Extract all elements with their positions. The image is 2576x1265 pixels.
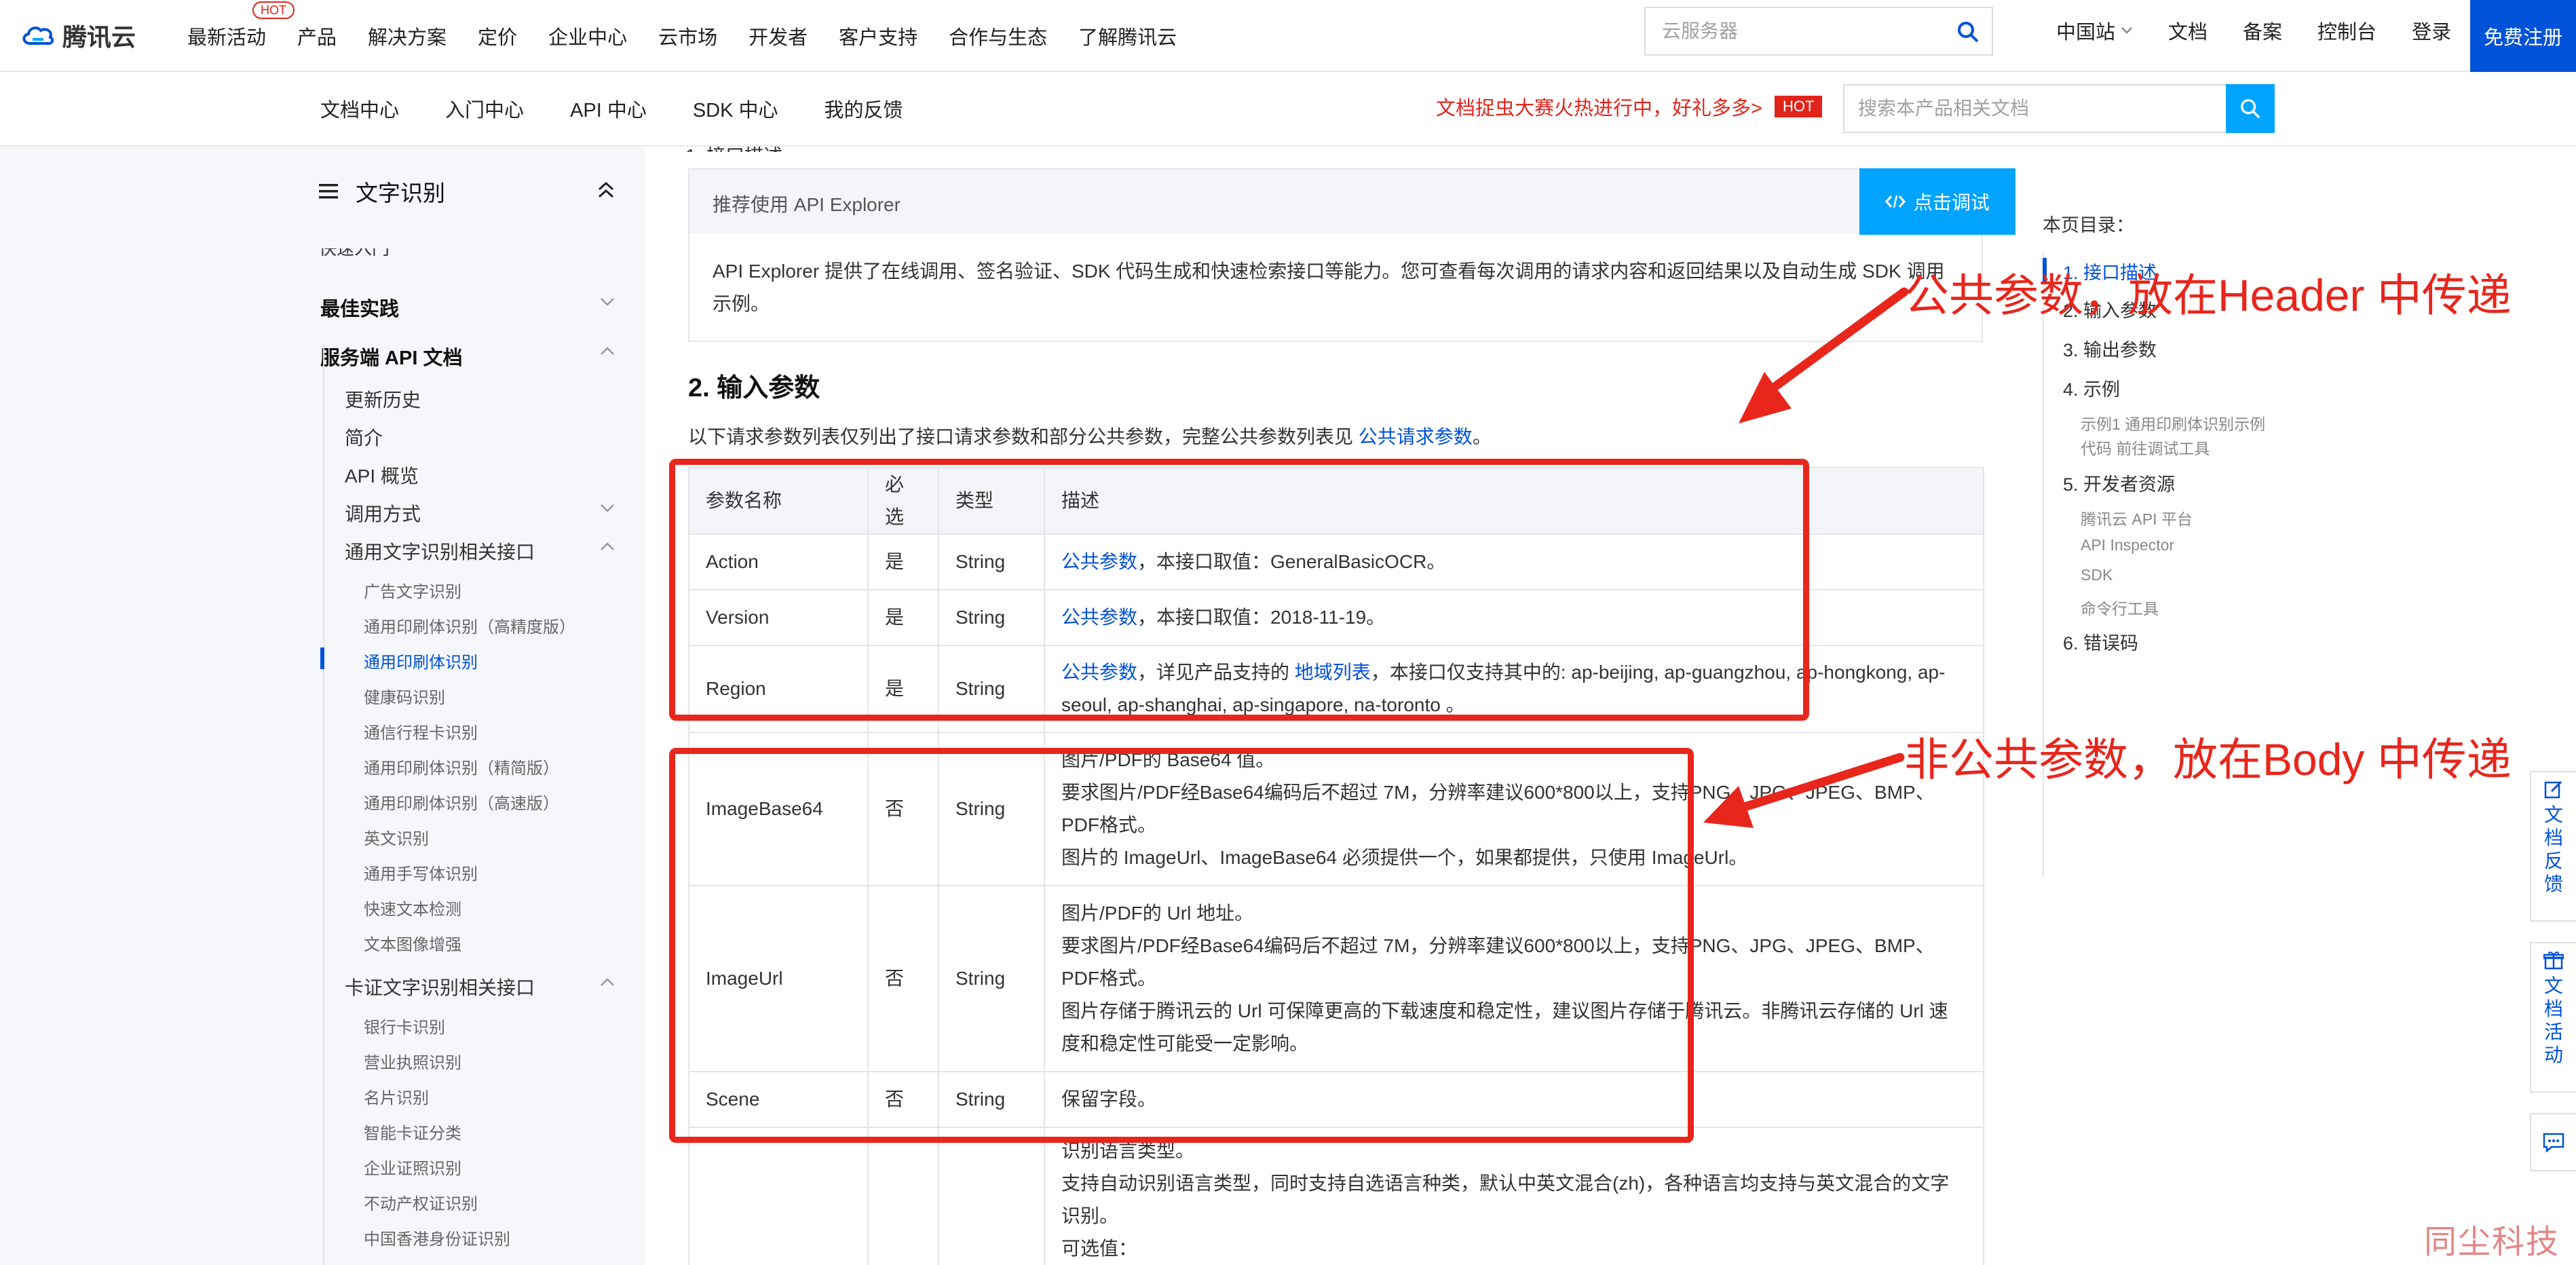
nonpublic-arrow <box>1703 753 1905 828</box>
watermark-text: 同尘科技 <box>2424 1224 2560 1260</box>
annotation-public-params: 公共参数，放在Header 中传递 <box>1904 270 2512 320</box>
annotation-arrows <box>1703 287 1909 828</box>
public-arrow <box>1739 287 1909 423</box>
annotation-nonpublic-params: 非公共参数，放在Body 中传递 <box>1904 734 2512 785</box>
